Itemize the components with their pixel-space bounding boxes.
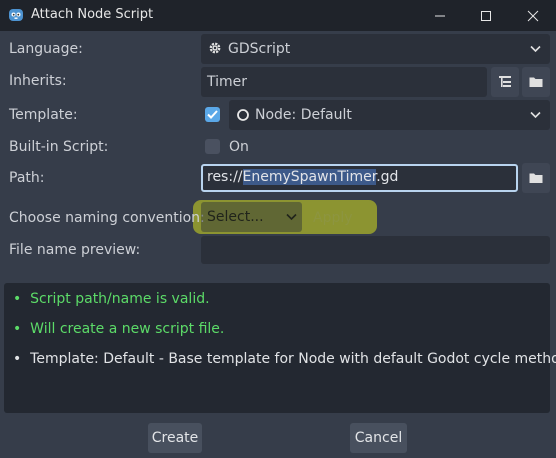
folder-icon (529, 77, 543, 87)
builtin-script-on-label: On (229, 139, 249, 155)
maximize-icon (481, 10, 491, 21)
chevron-down-icon (530, 45, 541, 53)
attach-node-script-dialog: Attach Node Script Language: GDScript In… (0, 0, 556, 458)
minimize-icon (435, 15, 445, 16)
gear-icon (208, 41, 222, 59)
class-tree-icon (499, 76, 511, 87)
create-button[interactable]: Create (148, 423, 202, 453)
window-title: Attach Node Script (31, 7, 154, 22)
inherits-label: Inherits: (9, 73, 67, 89)
language-label: Language: (9, 41, 83, 57)
inherits-tree-button[interactable] (491, 67, 519, 97)
close-icon (527, 10, 539, 21)
file-name-preview-field (201, 236, 550, 264)
language-dropdown[interactable]: GDScript (201, 34, 550, 64)
naming-convention-dropdown[interactable]: Select... (201, 202, 302, 232)
close-button[interactable] (510, 0, 556, 31)
language-value: GDScript (228, 41, 291, 57)
validation-messages-panel: • Script path/name is valid. • Will crea… (4, 283, 556, 413)
template-value: Node: Default (255, 107, 352, 123)
builtin-script-checkbox[interactable] (205, 139, 220, 154)
inherits-value: Timer (207, 74, 248, 90)
apply-button[interactable]: Apply (313, 210, 353, 226)
template-label: Template: (9, 107, 78, 123)
path-label: Path: (9, 170, 45, 186)
chevron-down-icon (286, 213, 297, 221)
title-bar[interactable]: Attach Node Script (0, 0, 556, 31)
message-line: • Template: Default - Base template for … (13, 351, 556, 367)
naming-convention-label: Choose naming convention: (9, 210, 205, 226)
path-selected-text: EnemySpawnTimer (242, 169, 377, 185)
builtin-script-label: Built-in Script: (9, 139, 109, 155)
chevron-down-icon (530, 111, 541, 119)
path-folder-button[interactable] (522, 163, 550, 193)
path-suffix: .gd (376, 169, 399, 185)
node-icon (236, 108, 250, 126)
inherits-folder-button[interactable] (522, 67, 550, 97)
path-value: res://EnemySpawnTimer.gd (207, 169, 398, 185)
template-dropdown[interactable]: Node: Default (229, 100, 550, 130)
folder-icon (529, 173, 543, 183)
path-input[interactable]: res://EnemySpawnTimer.gd (201, 164, 518, 192)
godot-logo-icon (8, 7, 24, 23)
naming-convention-value: Select... (207, 209, 264, 225)
maximize-button[interactable] (463, 0, 509, 31)
file-name-preview-label: File name preview: (9, 242, 141, 258)
message-line: • Script path/name is valid. (13, 291, 210, 307)
template-checkbox[interactable] (205, 107, 220, 122)
checkmark-icon (207, 110, 218, 119)
path-prefix: res:// (207, 169, 243, 185)
cancel-button[interactable]: Cancel (350, 423, 407, 453)
inherits-input[interactable]: Timer (201, 67, 487, 97)
message-line: • Will create a new script file. (13, 321, 225, 337)
minimize-button[interactable] (417, 0, 463, 31)
